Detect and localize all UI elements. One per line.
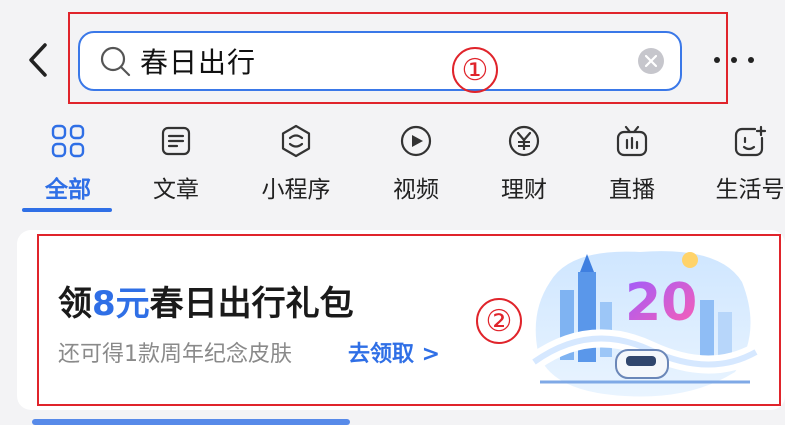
promo-title-suffix: 春日出行礼包 — [149, 284, 354, 324]
dot-icon — [748, 57, 754, 63]
article-icon — [157, 122, 195, 160]
dot-icon — [731, 57, 737, 63]
promo-subtitle: 还可得1款周年纪念皮肤 — [58, 342, 292, 367]
spring-travel-illustration: 20 — [530, 251, 760, 397]
promo-title-prefix: 领 — [58, 284, 92, 324]
svg-text:20: 20 — [625, 273, 697, 333]
dot-icon — [714, 57, 720, 63]
tab-article[interactable]: 文章 — [128, 112, 224, 220]
live-tv-icon — [613, 122, 651, 160]
tab-label: 理财 — [501, 177, 547, 203]
tab-finance[interactable]: 理财 — [476, 112, 572, 220]
tab-label: 全部 — [45, 177, 91, 203]
search-input[interactable]: 春日出行 — [78, 31, 682, 91]
promo-title: 领8元春日出行礼包 — [58, 276, 354, 325]
search-query-text[interactable]: 春日出行 — [140, 41, 638, 81]
life-account-icon — [731, 122, 769, 160]
tab-miniprogram[interactable]: 小程序 — [248, 112, 344, 220]
more-options-button[interactable] — [714, 44, 754, 76]
tab-video[interactable]: 视频 — [368, 112, 464, 220]
back-button[interactable] — [20, 36, 56, 84]
category-tabs: 全部 文章 小程序 视频 理财 直播 生活号 — [0, 112, 785, 220]
tab-label: 视频 — [393, 177, 439, 203]
active-tab-indicator — [22, 208, 112, 212]
miniprogram-icon — [277, 122, 315, 160]
tab-live[interactable]: 直播 — [584, 112, 680, 220]
annotation-marker-1: ① — [452, 47, 498, 93]
chevron-left-icon — [29, 43, 47, 77]
search-icon — [98, 44, 132, 78]
yen-coin-icon — [505, 122, 543, 160]
video-play-icon — [397, 122, 435, 160]
tab-label: 生活号 — [715, 177, 785, 203]
tab-label: 小程序 — [261, 177, 331, 203]
top-bar: 春日出行 ① — [0, 0, 785, 112]
tab-label: 直播 — [609, 177, 655, 203]
tab-label: 文章 — [153, 177, 199, 203]
grid-icon — [49, 122, 87, 160]
claim-link[interactable]: 去领取 > — [348, 336, 440, 368]
tab-all[interactable]: 全部 — [20, 112, 116, 220]
next-card-edge — [32, 419, 350, 425]
annotation-marker-2: ② — [476, 298, 522, 344]
clear-search-icon[interactable] — [638, 48, 664, 74]
promo-amount: 8元 — [92, 284, 150, 324]
tab-life-account[interactable]: 生活号 — [702, 112, 785, 220]
